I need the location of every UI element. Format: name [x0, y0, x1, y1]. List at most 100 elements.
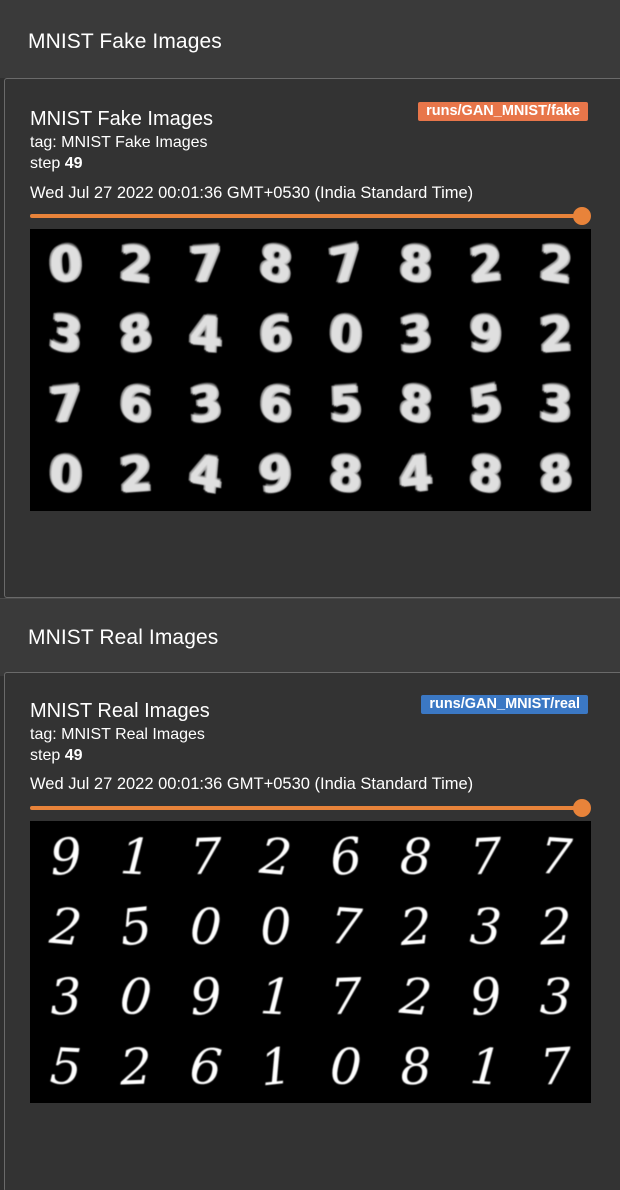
section-header[interactable]: MNIST Real Images — [0, 598, 620, 676]
digit-glyph: 2 — [119, 1037, 153, 1097]
digit-cell: 4 — [381, 440, 451, 510]
digit-glyph: 8 — [398, 235, 434, 295]
digit-cell: 8 — [311, 440, 381, 510]
digit-cell: 7 — [451, 822, 521, 892]
digit-glyph: 8 — [397, 374, 435, 436]
step-slider[interactable] — [30, 798, 591, 818]
digit-glyph: 3 — [48, 967, 84, 1027]
digit-cell: 7 — [521, 822, 591, 892]
digit-glyph: 2 — [117, 235, 155, 295]
digit-cell: 6 — [241, 370, 311, 440]
digit-glyph: 7 — [189, 827, 223, 887]
digit-cell: 1 — [101, 822, 171, 892]
digit-glyph: 3 — [47, 304, 85, 366]
digit-cell: 0 — [31, 440, 101, 510]
digit-cell: 1 — [241, 1032, 311, 1102]
card-step: step 49 — [30, 747, 83, 764]
digit-glyph: 0 — [329, 1037, 363, 1097]
digit-glyph: 1 — [118, 827, 154, 887]
digit-glyph: 7 — [326, 233, 366, 297]
digit-cell: 9 — [241, 440, 311, 510]
digit-glyph: 3 — [538, 375, 574, 435]
digit-cell: 6 — [171, 1032, 241, 1102]
digit-cell: 8 — [521, 440, 591, 510]
digit-cell: 2 — [101, 1032, 171, 1102]
digit-cell: 0 — [101, 962, 171, 1032]
slider-thumb[interactable] — [573, 799, 591, 817]
digit-glyph: 4 — [188, 305, 224, 365]
digit-cell: 2 — [381, 892, 451, 962]
digit-cell: 8 — [381, 370, 451, 440]
section-header[interactable]: MNIST Fake Images — [0, 0, 620, 78]
card-timestamp: Wed Jul 27 2022 00:01:36 GMT+0530 (India… — [30, 184, 474, 202]
digit-cell: 8 — [381, 230, 451, 300]
run-badge: runs/GAN_MNIST/fake — [418, 102, 588, 121]
digit-glyph: 9 — [467, 966, 505, 1028]
card-tag: tag: MNIST Real Images — [30, 726, 205, 743]
digit-glyph: 5 — [466, 373, 506, 437]
slider-track[interactable] — [30, 214, 582, 218]
digit-glyph: 8 — [467, 444, 505, 506]
digit-cell: 2 — [451, 230, 521, 300]
digit-glyph: 7 — [329, 967, 363, 1027]
digit-glyph: 0 — [189, 897, 223, 957]
digit-glyph: 6 — [187, 1036, 225, 1098]
digit-glyph: 2 — [47, 896, 85, 958]
digit-glyph: 7 — [188, 235, 224, 295]
digit-cell: 4 — [171, 300, 241, 370]
card-timestamp: Wed Jul 27 2022 00:01:36 GMT+0530 (India… — [30, 775, 474, 793]
step-slider[interactable] — [30, 206, 591, 226]
digit-glyph: 6 — [257, 305, 295, 365]
digit-glyph: 6 — [257, 375, 295, 435]
section-header-title: MNIST Real Images — [28, 626, 219, 649]
section-real-images: MNIST Real Images runs/GAN_MNIST/real MN… — [0, 598, 620, 1190]
digit-cell: 2 — [31, 892, 101, 962]
digit-cell: 4 — [171, 440, 241, 510]
digit-cell: 6 — [311, 822, 381, 892]
digit-cell: 8 — [451, 440, 521, 510]
digit-cell: 0 — [311, 300, 381, 370]
slider-thumb[interactable] — [573, 207, 591, 225]
digit-cell: 2 — [101, 440, 171, 510]
digit-cell: 8 — [381, 822, 451, 892]
digit-cell: 5 — [451, 370, 521, 440]
digit-cell: 8 — [241, 230, 311, 300]
digit-cell: 9 — [451, 300, 521, 370]
section-header-title: MNIST Fake Images — [28, 30, 222, 53]
real-image-grid: 91726877250072323091729352610817 — [30, 821, 591, 1103]
digit-glyph: 2 — [397, 966, 435, 1028]
digit-glyph: 0 — [47, 445, 85, 505]
digit-glyph: 7 — [538, 826, 574, 888]
digit-cell: 3 — [521, 370, 591, 440]
digit-cell: 2 — [521, 892, 591, 962]
digit-glyph: 2 — [538, 305, 574, 365]
digit-cell: 0 — [31, 230, 101, 300]
digit-glyph: 8 — [537, 444, 575, 506]
digit-glyph: 2 — [398, 896, 434, 958]
card-title: MNIST Real Images — [30, 700, 210, 722]
digit-cell: 1 — [451, 1032, 521, 1102]
digit-glyph: 4 — [187, 444, 225, 506]
image-card: runs/GAN_MNIST/real MNIST Real Images ta… — [4, 672, 620, 1190]
digit-glyph: 9 — [256, 443, 296, 507]
digit-glyph: 0 — [118, 966, 154, 1028]
digit-cell: 3 — [451, 892, 521, 962]
digit-glyph: 5 — [328, 375, 364, 435]
digit-cell: 6 — [241, 300, 311, 370]
digit-glyph: 8 — [328, 445, 364, 505]
slider-track[interactable] — [30, 806, 582, 810]
digit-cell: 0 — [171, 892, 241, 962]
digit-cell: 5 — [311, 370, 381, 440]
digit-glyph: 1 — [258, 967, 294, 1027]
digit-glyph: 8 — [398, 1037, 434, 1097]
card-step: step 49 — [30, 155, 83, 172]
digit-cell: 9 — [31, 822, 101, 892]
generated-image-grid: 02787822384603927636585302498488 — [30, 229, 591, 511]
digit-cell: 0 — [311, 1032, 381, 1102]
digit-glyph: 7 — [538, 1036, 574, 1098]
digit-glyph: 3 — [187, 374, 225, 436]
digit-cell: 3 — [31, 962, 101, 1032]
card-tag: tag: MNIST Fake Images — [30, 134, 208, 151]
digit-glyph: 3 — [397, 304, 435, 366]
digit-cell: 2 — [101, 230, 171, 300]
